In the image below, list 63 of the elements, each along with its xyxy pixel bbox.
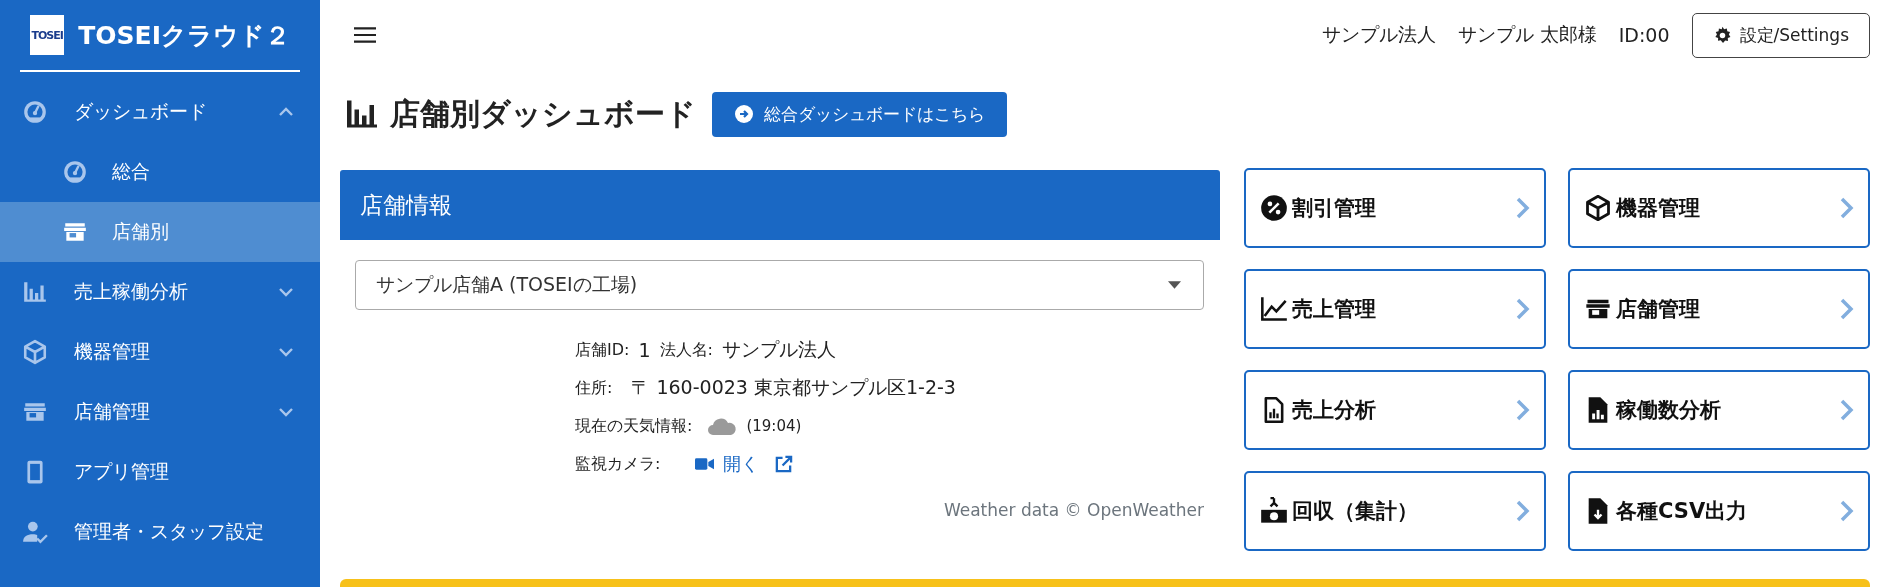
- cloud-icon: [707, 416, 738, 436]
- field-label: 店舗ID:: [575, 339, 630, 361]
- shortcut-button[interactable]: 機器管理: [1568, 168, 1870, 248]
- weather-credit: Weather data © OpenWeather: [942, 500, 1204, 520]
- user-name: サンプル 太郎様: [1457, 22, 1597, 47]
- chevron-right-icon: [1840, 297, 1854, 321]
- menu-icon[interactable]: [354, 27, 376, 43]
- field-label: 住所:: [575, 377, 613, 399]
- video-camera-icon: [695, 457, 715, 471]
- settings-button[interactable]: 設定/Settings: [1691, 12, 1870, 58]
- shortcut-button[interactable]: 売上管理: [1244, 269, 1546, 349]
- chevron-right-icon: [1516, 398, 1530, 422]
- sidebar-item[interactable]: 機器管理: [0, 322, 320, 382]
- user-id: ID:00: [1618, 24, 1670, 46]
- shortcut-button[interactable]: 各種CSV出力: [1568, 471, 1870, 551]
- bar-chart-icon: [22, 279, 48, 305]
- field-value: 〒 160-0023 東京都サンプル区1-2-3: [631, 375, 956, 400]
- logo-badge: TOSEI: [30, 15, 65, 55]
- gauge-icon: [22, 99, 48, 125]
- chevron-right-icon: [1840, 398, 1854, 422]
- gauge-icon: [62, 159, 88, 185]
- chevron-right-icon: [1516, 499, 1530, 523]
- caret-icon: [1168, 281, 1181, 289]
- sidebar-item[interactable]: 管理者・スタッフ設定: [0, 502, 320, 562]
- cube-icon: [1584, 194, 1612, 222]
- cash-icon: [1260, 497, 1288, 525]
- chevron-right-icon: [1516, 297, 1530, 321]
- field-value: 1: [638, 339, 651, 361]
- line-chart-icon: [1260, 295, 1288, 323]
- shortcut-button[interactable]: 売上分析: [1244, 370, 1546, 450]
- chevron-right-icon: [1840, 196, 1854, 220]
- app-title: TOSEIクラウド２: [78, 19, 290, 52]
- camera-link[interactable]: 開く: [723, 452, 760, 476]
- field-label: 監視カメラ:: [575, 453, 661, 475]
- sidebar-item[interactable]: 店舗管理: [0, 382, 320, 442]
- sidebar-item[interactable]: ダッシュボード: [0, 82, 320, 142]
- chevron-up-icon: [278, 107, 294, 117]
- chevron-down-icon: [278, 347, 294, 357]
- sidebar-item[interactable]: 総合: [0, 142, 320, 202]
- sidebar-item[interactable]: 売上稼働分析: [0, 262, 320, 322]
- shortcut-button[interactable]: 店舗管理: [1568, 269, 1870, 349]
- cube-icon: [22, 339, 48, 365]
- sidebar-item[interactable]: アプリ管理: [0, 442, 320, 502]
- chevron-right-icon: [1516, 196, 1530, 220]
- chevron-down-icon: [278, 407, 294, 417]
- shortcut-button[interactable]: 稼働数分析: [1568, 370, 1870, 450]
- shortcut-button[interactable]: 回収（集計）: [1244, 471, 1546, 551]
- page-title: 店舗別ダッシュボード: [390, 94, 696, 133]
- chevron-right-icon: [1840, 499, 1854, 523]
- percent-icon: [1260, 194, 1288, 222]
- store-select[interactable]: サンプル店舗A (TOSEIの工場): [355, 260, 1204, 310]
- overall-dashboard-button[interactable]: 総合ダッシュボードはこちら: [712, 91, 1007, 137]
- arrow-circle-icon: [734, 104, 754, 124]
- company-name: サンプル法人: [1321, 22, 1436, 47]
- external-link-icon[interactable]: [774, 454, 794, 474]
- chevron-down-icon: [278, 287, 294, 297]
- panel-header: 店舗情報: [340, 170, 1220, 240]
- weather-time: (19:04): [746, 417, 802, 435]
- shortcut-button[interactable]: 割引管理: [1244, 168, 1546, 248]
- field-label: 現在の天気情報:: [575, 415, 693, 437]
- user-check-icon: [22, 519, 48, 545]
- field-label: 法人名:: [659, 339, 713, 361]
- field-value: サンプル法人: [721, 337, 836, 362]
